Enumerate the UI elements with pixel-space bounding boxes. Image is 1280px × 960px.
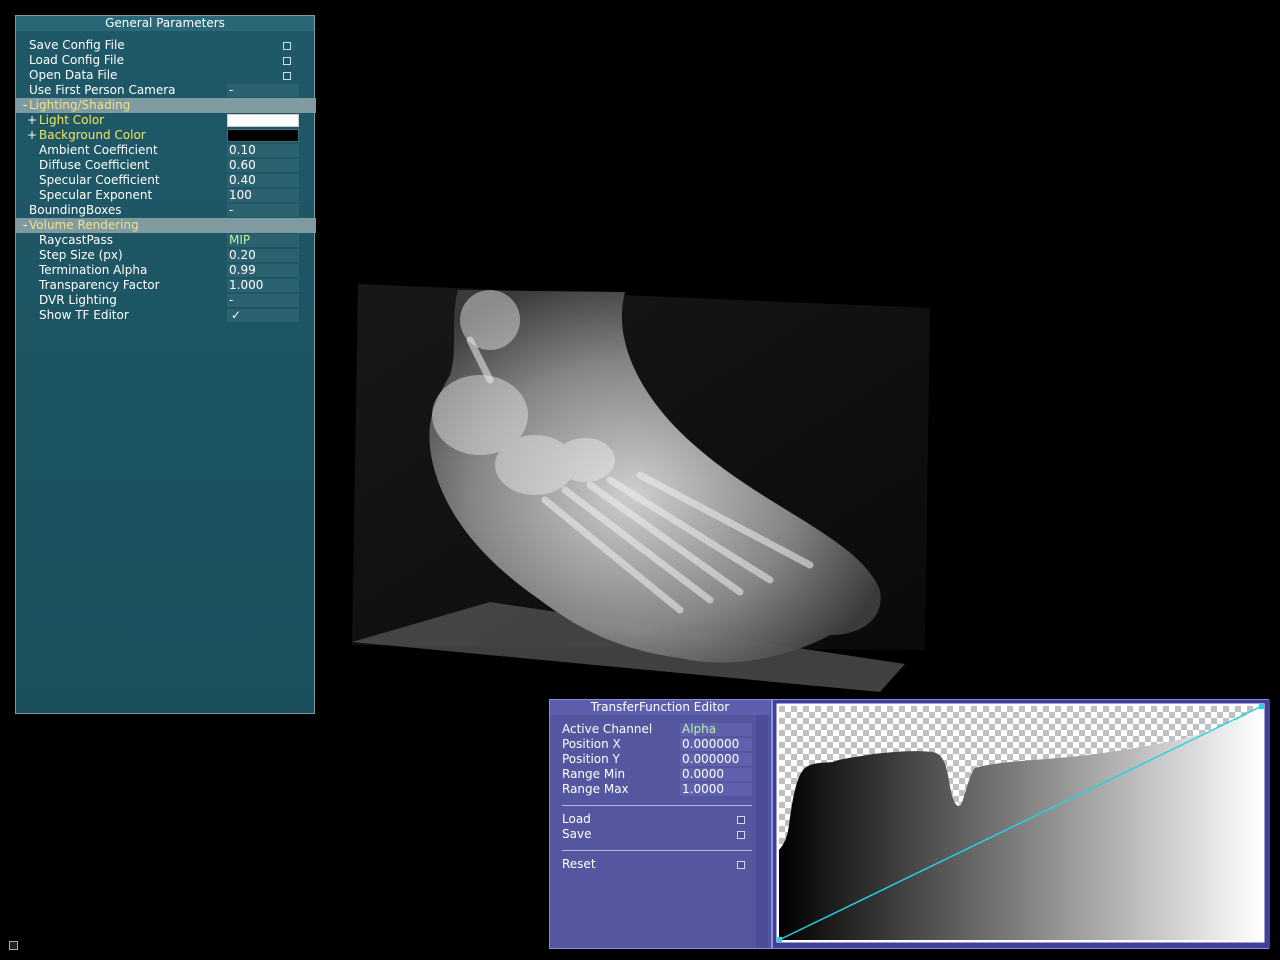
row-label: BoundingBoxes — [29, 203, 122, 217]
dvr-lighting-row[interactable]: DVR Lighting - — [16, 293, 316, 308]
range-min-label: Range Min — [562, 767, 626, 781]
range-min-row[interactable]: Range Min 0.0000 — [562, 767, 762, 782]
row-label: Light Color — [39, 113, 105, 127]
row-label: Specular Exponent — [39, 188, 153, 202]
first-person-camera-value[interactable]: - — [227, 84, 299, 97]
save-checkbox[interactable] — [737, 831, 745, 839]
row-label: Termination Alpha — [39, 263, 148, 277]
tf-control-point-end[interactable] — [1259, 704, 1264, 709]
tf-editor-title: TransferFunction Editor — [550, 700, 770, 715]
open-data-checkbox[interactable] — [283, 72, 291, 80]
row-label: Diffuse Coefficient — [39, 158, 150, 172]
row-label: Specular Coefficient — [39, 173, 160, 187]
position-x-value[interactable]: 0.000000 — [680, 738, 752, 751]
first-person-camera-row[interactable]: Use First Person Camera - — [16, 83, 316, 98]
load-label: Load — [562, 812, 591, 826]
row-label: Show TF Editor — [39, 308, 129, 322]
tf-histogram-canvas[interactable] — [773, 700, 1268, 948]
load-config-file-button[interactable]: Load Config File — [16, 53, 316, 68]
ambient-coefficient-value[interactable]: 0.10 — [227, 144, 299, 157]
position-y-value[interactable]: 0.000000 — [680, 753, 752, 766]
row-label: DVR Lighting — [39, 293, 117, 307]
specular-exponent-row[interactable]: Specular Exponent 100 — [16, 188, 316, 203]
panel-title: General Parameters — [16, 16, 314, 31]
diffuse-coefficient-row[interactable]: Diffuse Coefficient 0.60 — [16, 158, 316, 173]
tf-control-panel: TransferFunction Editor Active Channel A… — [550, 700, 770, 948]
specular-exponent-value[interactable]: 100 — [227, 189, 299, 202]
range-max-row[interactable]: Range Max 1.0000 — [562, 782, 762, 797]
termination-alpha-value[interactable]: 0.99 — [227, 264, 299, 277]
open-data-file-button[interactable]: Open Data File — [16, 68, 316, 83]
lighting-shading-group[interactable]: - Lighting/Shading — [16, 98, 316, 113]
tf-panel-scrollbar[interactable] — [756, 715, 768, 948]
expand-icon[interactable]: + — [27, 128, 37, 143]
general-parameters-panel: General Parameters Save Config File Load… — [15, 15, 316, 714]
range-min-value[interactable]: 0.0000 — [680, 768, 752, 781]
step-size-row[interactable]: Step Size (px) 0.20 — [16, 248, 316, 263]
light-color-row[interactable]: + Light Color — [16, 113, 316, 128]
save-config-checkbox[interactable] — [283, 42, 291, 50]
group-label: Volume Rendering — [29, 218, 139, 232]
ambient-coefficient-row[interactable]: Ambient Coefficient 0.10 — [16, 143, 316, 158]
background-color-row[interactable]: + Background Color — [16, 128, 316, 143]
raycast-pass-value[interactable]: MIP — [227, 234, 299, 247]
load-config-checkbox[interactable] — [283, 57, 291, 65]
reset-tf-button[interactable]: Reset — [562, 857, 762, 872]
position-y-row[interactable]: Position Y 0.000000 — [562, 752, 762, 767]
volume-rendering-group[interactable]: - Volume Rendering — [16, 218, 316, 233]
active-channel-label: Active Channel — [562, 722, 653, 736]
dvr-lighting-value[interactable]: - — [227, 294, 299, 307]
specular-coefficient-value[interactable]: 0.40 — [227, 174, 299, 187]
row-label: Save Config File — [29, 38, 125, 52]
position-x-label: Position X — [562, 737, 621, 751]
row-label: Open Data File — [29, 68, 118, 82]
row-label: Step Size (px) — [39, 248, 123, 262]
range-max-value[interactable]: 1.0000 — [680, 783, 752, 796]
expand-icon[interactable]: + — [27, 113, 37, 128]
save-tf-button[interactable]: Save — [562, 827, 762, 842]
group-label: Lighting/Shading — [29, 98, 131, 112]
status-icon[interactable] — [9, 941, 18, 950]
divider — [562, 805, 752, 806]
checkmark-icon[interactable]: ✓ — [227, 309, 299, 322]
specular-coefficient-row[interactable]: Specular Coefficient 0.40 — [16, 173, 316, 188]
step-size-value[interactable]: 0.20 — [227, 249, 299, 262]
row-label: RaycastPass — [39, 233, 113, 247]
tf-plot-area[interactable] — [771, 700, 1270, 948]
load-tf-button[interactable]: Load — [562, 812, 762, 827]
volume-render-viewport[interactable] — [340, 280, 940, 700]
transparency-factor-value[interactable]: 1.000 — [227, 279, 299, 292]
show-tf-editor-row[interactable]: Show TF Editor ✓ — [16, 308, 316, 323]
save-label: Save — [562, 827, 592, 841]
save-config-file-button[interactable]: Save Config File — [16, 38, 316, 53]
row-label: Use First Person Camera — [29, 83, 176, 97]
light-color-swatch[interactable] — [227, 114, 299, 127]
transfer-function-editor: TransferFunction Editor Active Channel A… — [549, 699, 1270, 949]
active-channel-row[interactable]: Active Channel Alpha — [562, 722, 762, 737]
tf-control-point-start[interactable] — [777, 937, 782, 942]
reset-label: Reset — [562, 857, 596, 871]
row-label: Transparency Factor — [39, 278, 160, 292]
termination-alpha-row[interactable]: Termination Alpha 0.99 — [16, 263, 316, 278]
background-color-swatch[interactable] — [227, 129, 299, 142]
active-channel-value[interactable]: Alpha — [680, 723, 752, 736]
range-max-label: Range Max — [562, 782, 629, 796]
position-y-label: Position Y — [562, 752, 620, 766]
raycast-pass-row[interactable]: RaycastPass MIP — [16, 233, 316, 248]
diffuse-coefficient-value[interactable]: 0.60 — [227, 159, 299, 172]
row-label: Ambient Coefficient — [39, 143, 158, 157]
bounding-boxes-value[interactable]: - — [227, 204, 299, 217]
reset-checkbox[interactable] — [737, 861, 745, 869]
position-x-row[interactable]: Position X 0.000000 — [562, 737, 762, 752]
row-label: Load Config File — [29, 53, 124, 67]
row-label: Background Color — [39, 128, 146, 142]
load-checkbox[interactable] — [737, 816, 745, 824]
divider — [562, 850, 752, 851]
transparency-factor-row[interactable]: Transparency Factor 1.000 — [16, 278, 316, 293]
bounding-boxes-row[interactable]: BoundingBoxes - — [16, 203, 316, 218]
